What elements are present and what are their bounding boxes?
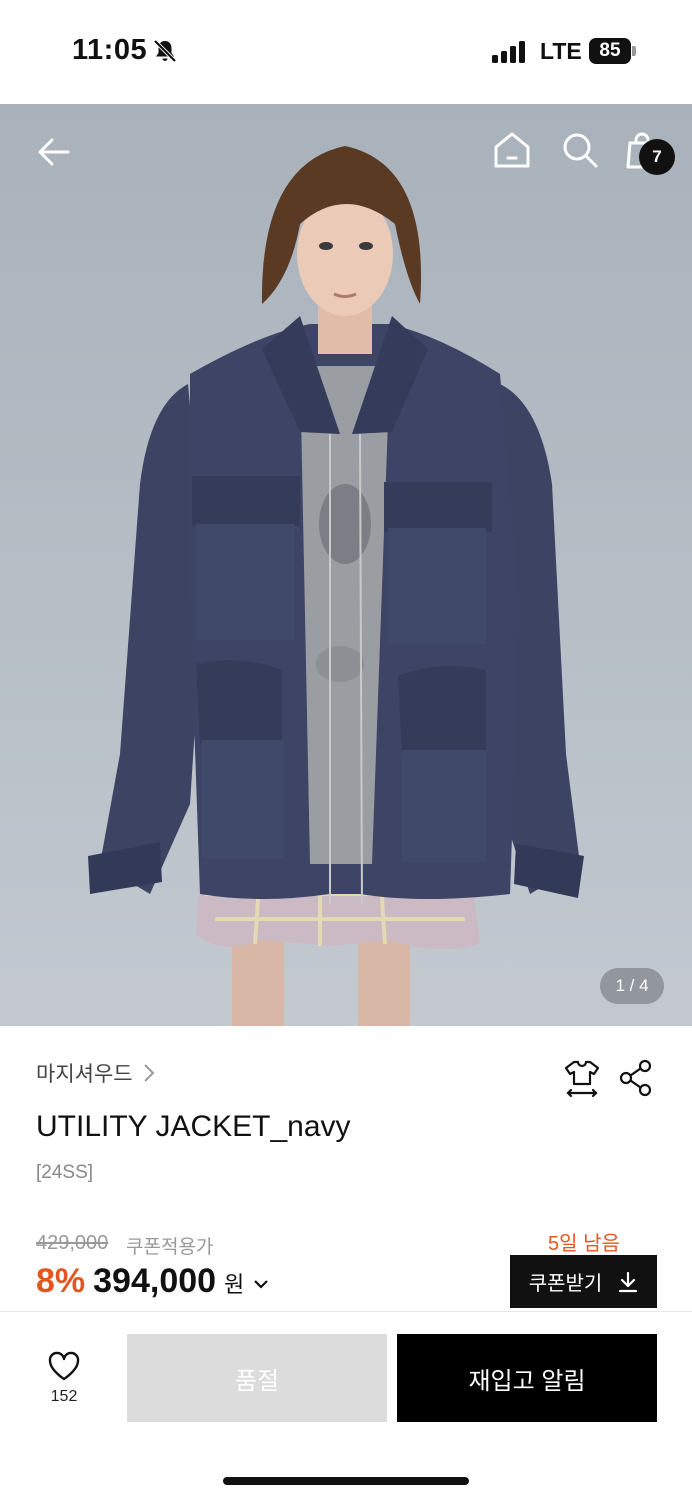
back-arrow-icon: [38, 138, 70, 166]
search-icon: [563, 133, 598, 168]
coupon-days-left: 5일 남음: [548, 1233, 620, 1255]
coupon-button-label: 쿠폰받기: [528, 1273, 603, 1295]
original-price: 429,000: [36, 1232, 109, 1254]
like-button[interactable]: 152: [36, 1350, 92, 1410]
search-button[interactable]: [556, 126, 604, 174]
signal-icon: [492, 41, 525, 63]
cart-count-badge: 7: [639, 139, 675, 175]
product-image-gallery[interactable]: [0, 104, 692, 1026]
coupon-download-button[interactable]: 쿠폰받기: [510, 1255, 657, 1308]
home-button[interactable]: [488, 126, 536, 174]
sale-price: 394,000: [93, 1262, 217, 1300]
battery-indicator: 85: [589, 38, 631, 64]
soldout-button[interactable]: 품절: [127, 1334, 387, 1422]
chevron-down-icon: [254, 1280, 269, 1289]
coupon-price-label: 쿠폰적용가: [126, 1237, 214, 1258]
share-icon[interactable]: [618, 1058, 654, 1098]
home-indicator: [223, 1477, 469, 1485]
brand-name: 마지셔우드: [36, 1063, 133, 1086]
network-label: LTE: [540, 38, 582, 64]
download-icon: [619, 1271, 638, 1292]
chevron-right-icon: [143, 1064, 155, 1082]
restock-alert-button[interactable]: 재입고 알림: [397, 1334, 657, 1422]
status-time: 11:05: [72, 34, 148, 66]
divider: [0, 1311, 692, 1312]
price-row[interactable]: 8% 394,000 원: [36, 1262, 270, 1302]
size-guide-icon[interactable]: [562, 1058, 602, 1098]
discount-rate: 8%: [36, 1262, 86, 1300]
product-name: UTILITY JACKET_navy: [36, 1110, 351, 1143]
season-tag: [24SS]: [36, 1162, 94, 1183]
like-count: 152: [50, 1388, 78, 1405]
image-counter: 1 / 4: [600, 968, 664, 1004]
currency-label: 원: [224, 1272, 245, 1297]
home-icon: [494, 132, 530, 168]
brand-link[interactable]: 마지셔우드: [36, 1058, 155, 1088]
battery-tip: [632, 46, 636, 56]
product-photo: [88, 146, 584, 1026]
back-button[interactable]: [30, 128, 78, 176]
bell-slash-icon: [153, 39, 177, 63]
heart-icon: [48, 1351, 80, 1381]
status-bar: 11:05 LTE 85: [0, 0, 692, 104]
